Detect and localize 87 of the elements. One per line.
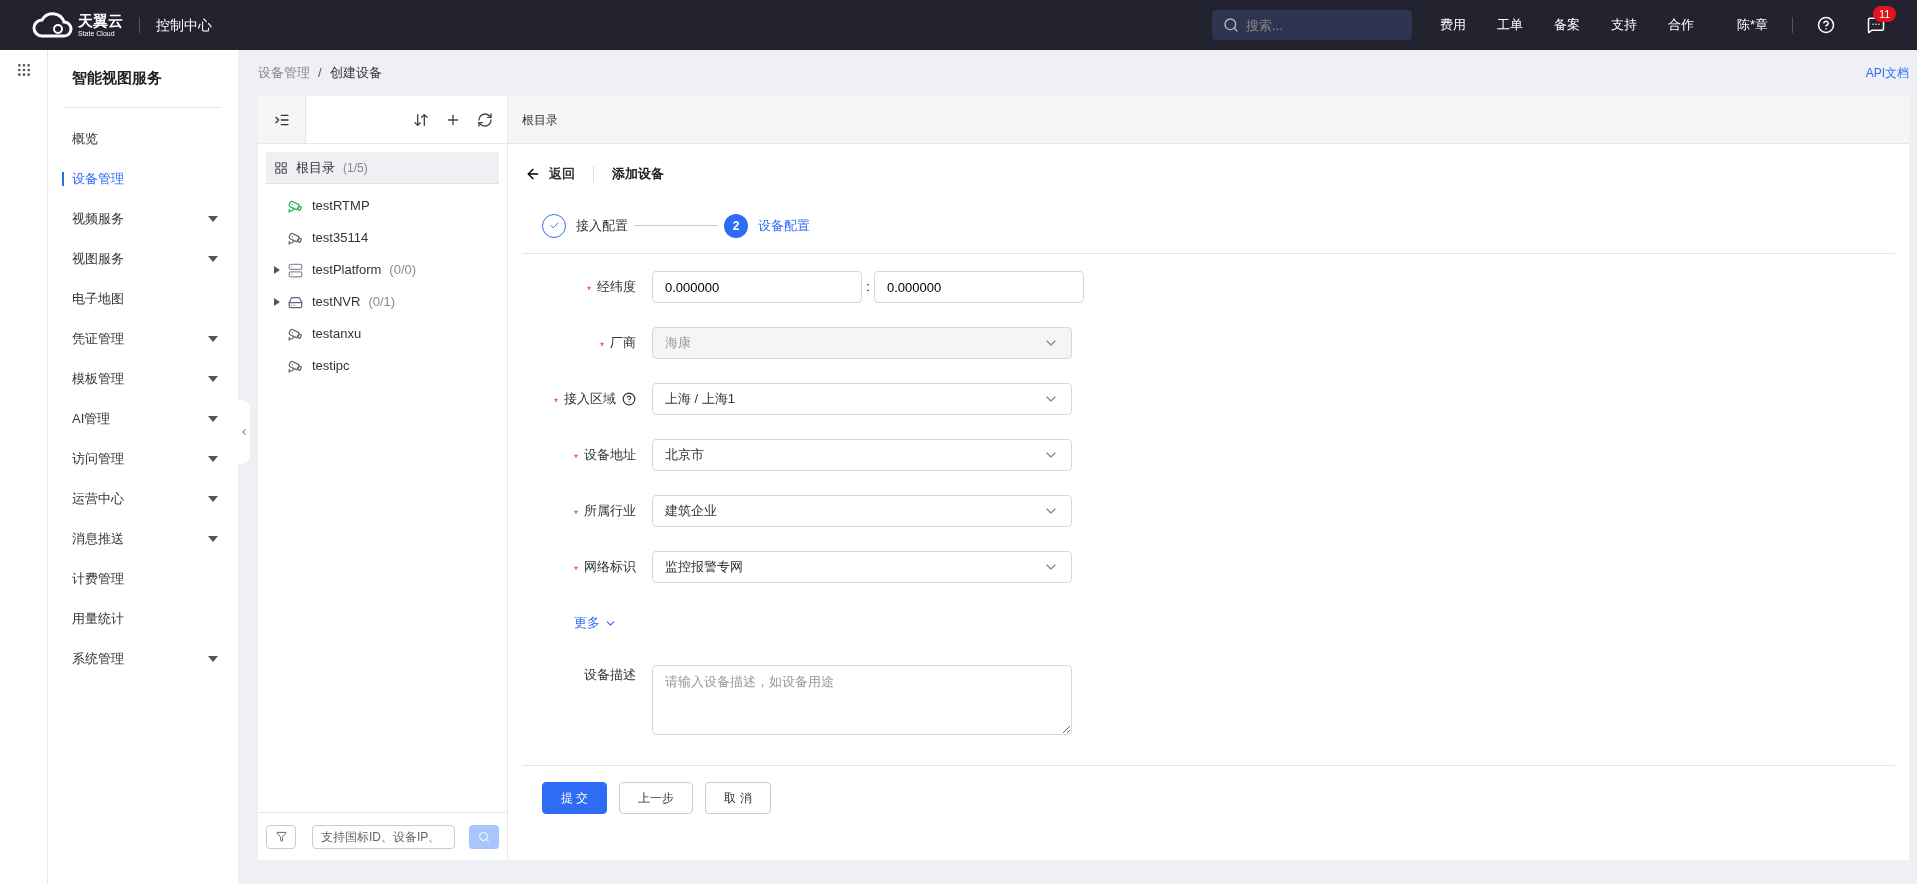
sidebar-title: 智能视图服务 xyxy=(64,50,222,108)
back-link[interactable]: 返回 xyxy=(549,164,575,184)
sidebar-item[interactable]: 设备管理 xyxy=(64,159,222,199)
cloud-logo-icon xyxy=(32,12,74,38)
nav-link[interactable]: 费用 xyxy=(1439,15,1466,35)
longitude-field[interactable]: 0.000000 xyxy=(652,271,862,303)
step-label: 设备配置 xyxy=(758,216,810,235)
required-mark: * xyxy=(574,507,578,522)
tree-search-field[interactable]: 支持国标ID、设备IP、 xyxy=(312,824,455,849)
latitude-field[interactable]: 0.000000 xyxy=(874,271,1084,303)
sidebar-item[interactable]: 概览 xyxy=(64,119,222,159)
camera-icon xyxy=(288,358,303,374)
grid-icon xyxy=(274,160,288,175)
search-field[interactable]: 搜索... xyxy=(1211,10,1412,40)
tree-item[interactable]: testRTMP xyxy=(266,190,499,222)
breadcrumb-separator: / xyxy=(318,64,322,83)
step-label: 接入配置 xyxy=(576,216,628,235)
required-mark: * xyxy=(587,283,591,298)
form-button[interactable]: 提 交 xyxy=(542,782,608,814)
expand-arrow-icon[interactable] xyxy=(274,298,280,306)
breadcrumb-item: 创建设备 xyxy=(329,64,382,83)
sidebar-item[interactable]: 视频服务 xyxy=(64,199,222,239)
search-icon xyxy=(1222,17,1239,33)
sidebar-item[interactable]: 电子地图 xyxy=(64,279,222,319)
select-field[interactable]: 北京市 xyxy=(652,439,1072,471)
form-button[interactable]: 上一步 xyxy=(619,782,694,814)
help-icon[interactable] xyxy=(622,392,636,406)
select-field[interactable]: 监控报警专网 xyxy=(652,551,1072,583)
tree-item[interactable]: testPlatform (0/0) xyxy=(266,254,499,286)
field-label: 所属行业 xyxy=(584,502,636,521)
page-title: 添加设备 xyxy=(612,165,664,184)
filter-icon xyxy=(275,831,287,842)
nav-link[interactable]: 合作 xyxy=(1667,15,1694,35)
field-label: 接入区域 xyxy=(564,390,616,409)
tree-item[interactable]: testanxu xyxy=(266,318,499,350)
notification-badge: 11 xyxy=(1873,6,1897,22)
tree-item[interactable]: testNVR (0/1) xyxy=(266,286,499,318)
panel-header: 根目录 xyxy=(508,96,1909,144)
field-label: 经纬度 xyxy=(597,278,636,297)
required-mark: * xyxy=(600,339,604,354)
more-link[interactable]: 更多 xyxy=(574,613,600,633)
sidebar-item[interactable]: 模板管理 xyxy=(64,359,222,399)
field-label: 设备描述 xyxy=(584,666,636,684)
console-title[interactable]: 控制中心 xyxy=(156,14,212,36)
api-doc-link[interactable]: API文档 xyxy=(1865,64,1909,82)
select-field[interactable]: 建筑企业 xyxy=(652,495,1072,527)
collapse-handle[interactable] xyxy=(238,400,250,464)
field-label: 设备地址 xyxy=(584,446,636,465)
nav-link[interactable]: 支持 xyxy=(1610,15,1637,35)
required-mark: * xyxy=(574,563,578,578)
sidebar-item[interactable]: 系统管理 xyxy=(64,639,222,679)
expand-arrow-icon[interactable] xyxy=(274,266,280,274)
logo-text: 天翼云 xyxy=(78,13,123,28)
select-field[interactable]: 上海 / 上海1 xyxy=(652,383,1072,415)
camera-icon xyxy=(288,326,303,342)
camera-icon xyxy=(288,198,303,214)
sidebar-item[interactable]: 访问管理 xyxy=(64,439,222,479)
search-icon xyxy=(478,830,490,843)
apps-grid-icon[interactable] xyxy=(15,62,32,78)
sidebar-item[interactable]: 用量统计 xyxy=(64,599,222,639)
required-mark: * xyxy=(554,395,558,410)
filter-button[interactable] xyxy=(266,824,296,849)
tree-item[interactable]: test35114 xyxy=(266,222,499,254)
message-icon[interactable] xyxy=(1867,16,1885,34)
field-label: 厂商 xyxy=(610,334,636,353)
description-field[interactable]: 请输入设备描述，如设备用途 xyxy=(652,665,1072,735)
refresh-icon[interactable] xyxy=(477,111,493,128)
sidebar-item[interactable]: 视图服务 xyxy=(64,239,222,279)
sidebar-item[interactable]: 计费管理 xyxy=(64,559,222,599)
required-mark: * xyxy=(574,451,578,466)
server-icon xyxy=(288,262,303,278)
tree-root-item[interactable]: 根目录 (1/5) xyxy=(266,152,499,184)
camera-icon xyxy=(288,230,303,246)
step-number: 2 xyxy=(724,213,748,238)
separator-text: : xyxy=(865,278,871,297)
nav-link[interactable]: 工单 xyxy=(1496,15,1523,35)
nav-link[interactable]: 备案 xyxy=(1553,15,1580,35)
sidebar-item[interactable]: 消息推送 xyxy=(64,519,222,559)
tree-item[interactable]: testipc xyxy=(266,350,499,382)
field-label: 网络标识 xyxy=(584,558,636,577)
recorder-icon xyxy=(288,294,303,310)
sort-icon[interactable] xyxy=(413,111,429,128)
sidebar-item[interactable]: AI管理 xyxy=(64,399,222,439)
sidebar-item[interactable]: 凭证管理 xyxy=(64,319,222,359)
form-button[interactable]: 取 消 xyxy=(705,782,771,814)
sidebar-item[interactable]: 运营中心 xyxy=(64,479,222,519)
user-name[interactable]: 陈*章 xyxy=(1736,15,1768,35)
